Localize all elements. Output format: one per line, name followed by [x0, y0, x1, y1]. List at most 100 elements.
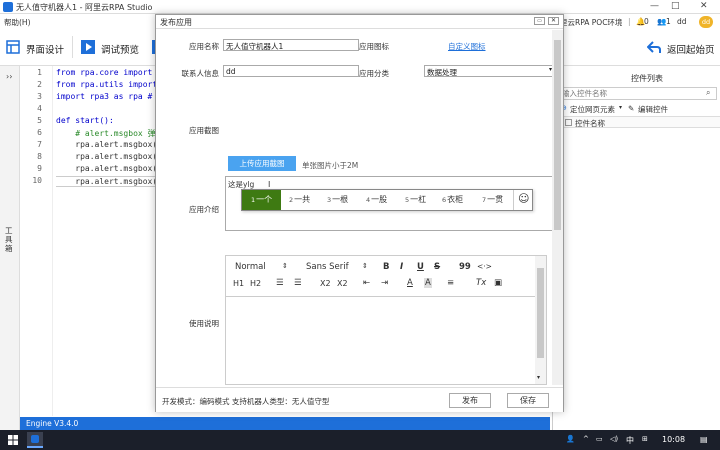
menu-help[interactable]: 帮助(H) — [4, 17, 31, 28]
controls-table-header: 控件名称 — [553, 116, 720, 128]
editor-scrollbar-thumb[interactable] — [537, 268, 544, 358]
italic-button[interactable]: I — [400, 262, 403, 272]
bullet-list-icon[interactable]: ☰ — [294, 278, 302, 288]
font-select[interactable]: Sans Serif — [306, 262, 349, 272]
notification-count: 0 — [644, 17, 649, 26]
code-editor[interactable]: 1 from rpa.core import 2 from rpa.utils … — [20, 66, 157, 416]
toolbar-divider — [72, 36, 73, 58]
dialog-scrollbar-thumb[interactable] — [554, 40, 561, 230]
action-center-icon[interactable]: ▤ — [700, 435, 708, 444]
design-view-button[interactable] — [6, 40, 20, 56]
debug-preview-button[interactable] — [81, 40, 95, 56]
debug-preview-label[interactable]: 调试预览 — [101, 42, 139, 56]
dialog-scrollbar[interactable] — [552, 30, 563, 385]
code-line[interactable]: from rpa.utils import — [56, 80, 157, 89]
ime-candidate[interactable]: 1一个 — [251, 194, 272, 205]
ime-candidate-number: 2 — [289, 196, 294, 204]
code-line[interactable]: rpa.alert.msgbox( — [56, 164, 157, 173]
save-button[interactable]: 保存 — [507, 393, 549, 408]
maximize-icon[interactable]: □ — [671, 1, 680, 11]
code-line[interactable]: def start(): — [56, 116, 114, 125]
status-bar: Engine V3.4.0 — [20, 417, 550, 430]
align-icon[interactable]: ≡ — [447, 278, 454, 288]
size-hint: 单张图片小于2M — [302, 161, 359, 170]
dialog-restore-icon[interactable]: ▭ — [534, 17, 545, 25]
ime-candidate-bar: 1一个 2一共 3一根 4一股 5一杠 6衣柜 7一贯 ☺ — [241, 189, 533, 211]
username[interactable]: dd — [677, 17, 687, 26]
bold-button[interactable]: B — [383, 262, 389, 272]
windows-start-icon[interactable] — [8, 435, 18, 445]
avatar[interactable]: dd — [699, 16, 713, 28]
subscript-button[interactable]: X2 — [320, 279, 331, 288]
background-color-icon[interactable]: A — [424, 278, 432, 288]
code-block-button[interactable]: <·> — [477, 262, 492, 271]
network-icon[interactable]: ▭ — [596, 435, 603, 443]
control-search-input[interactable] — [562, 88, 698, 99]
left-sidebar: ›› 工具箱 — [0, 66, 20, 430]
clock[interactable]: 10:08 — [662, 435, 685, 444]
back-arrow-icon[interactable] — [647, 40, 661, 54]
category-select[interactable]: 数据处理 ▾ — [424, 65, 559, 77]
clear-format-icon[interactable]: Tx — [476, 278, 486, 288]
search-icon[interactable]: ⌕ — [706, 88, 710, 98]
chevron-down-icon[interactable]: ▾ — [619, 104, 622, 111]
volume-icon[interactable]: ◁) — [610, 435, 618, 443]
upload-screenshot-button[interactable]: 上传应用截图 — [228, 156, 296, 171]
ime-candidate[interactable]: 6衣柜 — [442, 194, 463, 205]
underline-button[interactable]: U — [417, 262, 424, 272]
strike-button[interactable]: S — [434, 262, 440, 272]
ime-mode-icon[interactable]: ⊞ — [642, 435, 648, 443]
taskbar-app-rpa[interactable] — [27, 432, 43, 448]
dialog-close-icon[interactable]: ✕ — [548, 17, 559, 25]
indent-icon[interactable]: ⇥ — [381, 278, 388, 288]
user-group-icon[interactable]: 👥 — [657, 17, 666, 26]
code-line[interactable]: rpa.alert.msgbox( — [56, 152, 157, 161]
image-icon[interactable]: ▣ — [494, 278, 502, 288]
env-label[interactable]: 里云RPA POC环境 — [560, 17, 630, 28]
publish-dialog: 发布应用 ▭ ✕ 应用名称 无人值守机器人1 应用图标 自定义图标 联系人信息 … — [155, 14, 564, 412]
toolbox-tab[interactable]: 工具箱 — [5, 226, 15, 253]
code-line[interactable]: import rpa3 as rpa # — [56, 92, 152, 101]
minimize-icon[interactable]: — — [650, 1, 659, 11]
code-line[interactable]: rpa.alert.msgbox( — [56, 140, 157, 149]
blockquote-button[interactable]: 99 — [459, 262, 471, 272]
controls-panel: 控件列表 ⌕ ⊕ 定位网页元素 ▾ ✎ 编辑控件 控件名称 — [552, 66, 720, 430]
custom-icon-link[interactable]: 自定义图标 — [448, 41, 486, 52]
dialog-titlebar: 发布应用 ▭ ✕ — [156, 15, 563, 29]
emoji-icon[interactable]: ☺ — [518, 192, 529, 205]
back-to-start-button[interactable]: 返回起始页 — [667, 42, 715, 56]
ime-candidate[interactable]: 5一杠 — [405, 194, 426, 205]
ime-candidate[interactable]: 3一根 — [327, 194, 348, 205]
superscript-button[interactable]: X2 — [337, 279, 348, 288]
code-line[interactable]: from rpa.core import — [56, 68, 152, 77]
design-view-label[interactable]: 界面设计 — [26, 42, 64, 56]
ime-candidate[interactable]: 7一贯 — [482, 194, 503, 205]
locate-web-element-button[interactable]: 定位网页元素 — [570, 104, 615, 115]
tray-expand-icon[interactable]: ^ — [583, 435, 589, 443]
input-language[interactable]: 中 — [626, 435, 634, 446]
engine-version: Engine V3.4.0 — [26, 419, 79, 428]
format-select[interactable]: Normal — [235, 262, 266, 272]
editor-scrollbar[interactable]: ▾ — [535, 256, 546, 384]
usage-content-area[interactable] — [226, 298, 546, 384]
expand-sidebar-icon[interactable]: ›› — [6, 72, 12, 81]
app-name-label: 应用名称 — [189, 42, 219, 51]
ime-candidate[interactable]: 4一股 — [366, 194, 387, 205]
select-all-checkbox[interactable] — [565, 119, 572, 126]
format-chevron-icon[interactable]: ⇕ — [282, 262, 288, 270]
ime-candidate[interactable]: 2一共 — [289, 194, 310, 205]
code-line-current[interactable]: rpa.alert.msgbox( — [56, 176, 157, 187]
text-color-icon[interactable]: A — [407, 278, 413, 288]
heading1-button[interactable]: H1 — [233, 279, 244, 288]
ordered-list-icon[interactable]: ☰ — [276, 278, 284, 288]
heading2-button[interactable]: H2 — [250, 279, 261, 288]
scroll-down-icon[interactable]: ▾ — [537, 374, 540, 381]
code-line[interactable]: # alert.msgbox 弹 — [56, 128, 155, 139]
font-chevron-icon[interactable]: ⇕ — [362, 262, 368, 270]
close-icon[interactable]: ✕ — [700, 1, 708, 11]
people-icon[interactable]: 👤 — [566, 435, 575, 443]
edit-control-button[interactable]: 编辑控件 — [638, 104, 668, 115]
outdent-icon[interactable]: ⇤ — [363, 278, 370, 288]
control-search-box: ⌕ — [559, 87, 717, 100]
publish-button[interactable]: 发布 — [449, 393, 491, 408]
